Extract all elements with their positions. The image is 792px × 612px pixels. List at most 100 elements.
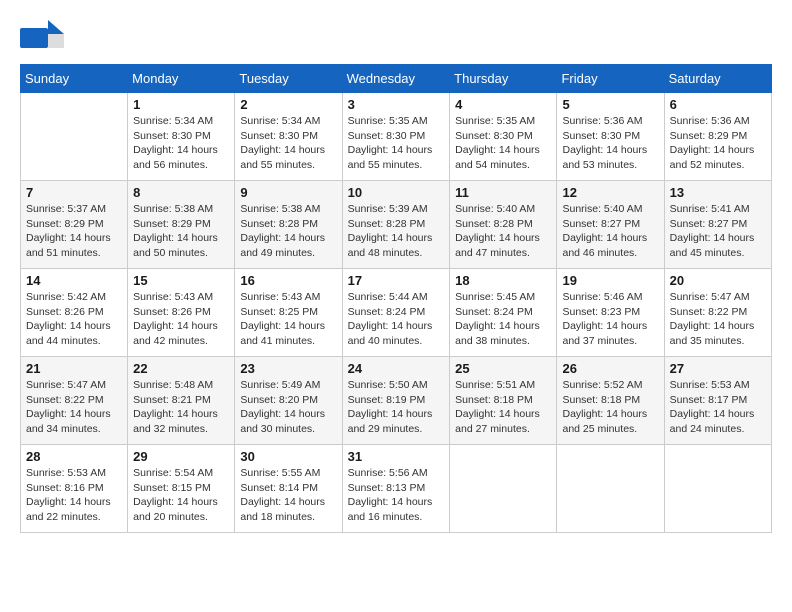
cell-info-text: Sunrise: 5:50 AM Sunset: 8:19 PM Dayligh…: [348, 378, 445, 437]
calendar-cell: 15Sunrise: 5:43 AM Sunset: 8:26 PM Dayli…: [128, 269, 235, 357]
cell-info-text: Sunrise: 5:35 AM Sunset: 8:30 PM Dayligh…: [455, 114, 551, 173]
cell-info-text: Sunrise: 5:49 AM Sunset: 8:20 PM Dayligh…: [240, 378, 336, 437]
cell-date-number: 21: [26, 361, 122, 376]
cell-info-text: Sunrise: 5:56 AM Sunset: 8:13 PM Dayligh…: [348, 466, 445, 525]
cell-info-text: Sunrise: 5:46 AM Sunset: 8:23 PM Dayligh…: [562, 290, 658, 349]
cell-info-text: Sunrise: 5:40 AM Sunset: 8:27 PM Dayligh…: [562, 202, 658, 261]
cell-info-text: Sunrise: 5:47 AM Sunset: 8:22 PM Dayligh…: [26, 378, 122, 437]
cell-date-number: 8: [133, 185, 229, 200]
calendar-cell: 31 Sunrise: 5:56 AM Sunset: 8:13 PM Dayli…: [342, 445, 450, 533]
calendar-cell: 5 Sunrise: 5:36 AM Sunset: 8:30 PM Daylig…: [557, 93, 664, 181]
cell-date-number: 27: [670, 361, 766, 376]
calendar-cell: 19 Sunrise: 5:46 AM Sunset: 8:23 PM Dayli…: [557, 269, 664, 357]
calendar-cell: 6Sunrise: 5:36 AM Sunset: 8:29 PM Daylig…: [664, 93, 771, 181]
cell-date-number: 18: [455, 273, 551, 288]
cell-info-text: Sunrise: 5:39 AM Sunset: 8:28 PM Dayligh…: [348, 202, 445, 261]
calendar-week-row: 21 Sunrise: 5:47 AM Sunset: 8:22 PM Dayli…: [21, 357, 772, 445]
cell-info-text: Sunrise: 5:53 AM Sunset: 8:17 PM Dayligh…: [670, 378, 766, 437]
cell-date-number: 3: [348, 97, 445, 112]
header: [20, 20, 772, 54]
calendar-cell: 8 Sunrise: 5:38 AM Sunset: 8:29 PM Daylig…: [128, 181, 235, 269]
cell-info-text: Sunrise: 5:51 AM Sunset: 8:18 PM Dayligh…: [455, 378, 551, 437]
cell-date-number: 2: [240, 97, 336, 112]
calendar-cell: [557, 445, 664, 533]
cell-date-number: 29: [133, 449, 229, 464]
calendar-cell: 20 Sunrise: 5:47 AM Sunset: 8:22 PM Dayli…: [664, 269, 771, 357]
cell-date-number: 9: [240, 185, 336, 200]
calendar-cell: 10 Sunrise: 5:39 AM Sunset: 8:28 PM Dayli…: [342, 181, 450, 269]
calendar-cell: 30 Sunrise: 5:55 AM Sunset: 8:14 PM Dayli…: [235, 445, 342, 533]
cell-date-number: 10: [348, 185, 445, 200]
cell-date-number: 15: [133, 273, 229, 288]
calendar-cell: 21 Sunrise: 5:47 AM Sunset: 8:22 PM Dayli…: [21, 357, 128, 445]
cell-date-number: 6: [670, 97, 766, 112]
cell-info-text: Sunrise: 5:36 AM Sunset: 8:30 PM Dayligh…: [562, 114, 658, 173]
cell-info-text: Sunrise: 5:45 AM Sunset: 8:24 PM Dayligh…: [455, 290, 551, 349]
logo-icon: [20, 20, 64, 54]
cell-date-number: 17: [348, 273, 445, 288]
calendar-cell: 24 Sunrise: 5:50 AM Sunset: 8:19 PM Dayli…: [342, 357, 450, 445]
calendar-table: SundayMondayTuesdayWednesdayThursdayFrid…: [20, 64, 772, 533]
cell-date-number: 1: [133, 97, 229, 112]
calendar-cell: [450, 445, 557, 533]
calendar-cell: 3 Sunrise: 5:35 AM Sunset: 8:30 PM Daylig…: [342, 93, 450, 181]
calendar-cell: 7Sunrise: 5:37 AM Sunset: 8:29 PM Daylig…: [21, 181, 128, 269]
calendar-cell: 9 Sunrise: 5:38 AM Sunset: 8:28 PM Daylig…: [235, 181, 342, 269]
cell-date-number: 30: [240, 449, 336, 464]
calendar-cell: 1 Sunrise: 5:34 AM Sunset: 8:30 PM Daylig…: [128, 93, 235, 181]
calendar-week-row: 7Sunrise: 5:37 AM Sunset: 8:29 PM Daylig…: [21, 181, 772, 269]
day-header-thursday: Thursday: [450, 65, 557, 93]
day-header-tuesday: Tuesday: [235, 65, 342, 93]
cell-info-text: Sunrise: 5:34 AM Sunset: 8:30 PM Dayligh…: [133, 114, 229, 173]
cell-date-number: 31: [348, 449, 445, 464]
cell-date-number: 24: [348, 361, 445, 376]
cell-date-number: 7: [26, 185, 122, 200]
calendar-week-row: 1 Sunrise: 5:34 AM Sunset: 8:30 PM Daylig…: [21, 93, 772, 181]
cell-date-number: 4: [455, 97, 551, 112]
cell-info-text: Sunrise: 5:34 AM Sunset: 8:30 PM Dayligh…: [240, 114, 336, 173]
cell-info-text: Sunrise: 5:44 AM Sunset: 8:24 PM Dayligh…: [348, 290, 445, 349]
calendar-cell: 17 Sunrise: 5:44 AM Sunset: 8:24 PM Dayli…: [342, 269, 450, 357]
calendar-cell: 13Sunrise: 5:41 AM Sunset: 8:27 PM Dayli…: [664, 181, 771, 269]
cell-info-text: Sunrise: 5:55 AM Sunset: 8:14 PM Dayligh…: [240, 466, 336, 525]
day-header-saturday: Saturday: [664, 65, 771, 93]
calendar-cell: 4 Sunrise: 5:35 AM Sunset: 8:30 PM Daylig…: [450, 93, 557, 181]
cell-date-number: 20: [670, 273, 766, 288]
day-header-wednesday: Wednesday: [342, 65, 450, 93]
cell-info-text: Sunrise: 5:52 AM Sunset: 8:18 PM Dayligh…: [562, 378, 658, 437]
calendar-cell: 12Sunrise: 5:40 AM Sunset: 8:27 PM Dayli…: [557, 181, 664, 269]
cell-date-number: 28: [26, 449, 122, 464]
cell-info-text: Sunrise: 5:48 AM Sunset: 8:21 PM Dayligh…: [133, 378, 229, 437]
calendar-cell: [21, 93, 128, 181]
cell-info-text: Sunrise: 5:40 AM Sunset: 8:28 PM Dayligh…: [455, 202, 551, 261]
cell-info-text: Sunrise: 5:47 AM Sunset: 8:22 PM Dayligh…: [670, 290, 766, 349]
cell-date-number: 19: [562, 273, 658, 288]
calendar-header: SundayMondayTuesdayWednesdayThursdayFrid…: [21, 65, 772, 93]
cell-info-text: Sunrise: 5:38 AM Sunset: 8:29 PM Dayligh…: [133, 202, 229, 261]
cell-date-number: 5: [562, 97, 658, 112]
calendar-cell: [664, 445, 771, 533]
cell-info-text: Sunrise: 5:42 AM Sunset: 8:26 PM Dayligh…: [26, 290, 122, 349]
calendar-week-row: 14 Sunrise: 5:42 AM Sunset: 8:26 PM Dayli…: [21, 269, 772, 357]
cell-date-number: 13: [670, 185, 766, 200]
cell-info-text: Sunrise: 5:54 AM Sunset: 8:15 PM Dayligh…: [133, 466, 229, 525]
cell-info-text: Sunrise: 5:38 AM Sunset: 8:28 PM Dayligh…: [240, 202, 336, 261]
calendar-cell: 14 Sunrise: 5:42 AM Sunset: 8:26 PM Dayli…: [21, 269, 128, 357]
calendar-week-row: 28 Sunrise: 5:53 AM Sunset: 8:16 PM Dayli…: [21, 445, 772, 533]
calendar-cell: 23 Sunrise: 5:49 AM Sunset: 8:20 PM Dayli…: [235, 357, 342, 445]
calendar-cell: 29 Sunrise: 5:54 AM Sunset: 8:15 PM Dayli…: [128, 445, 235, 533]
cell-info-text: Sunrise: 5:35 AM Sunset: 8:30 PM Dayligh…: [348, 114, 445, 173]
calendar-cell: 27 Sunrise: 5:53 AM Sunset: 8:17 PM Dayli…: [664, 357, 771, 445]
cell-info-text: Sunrise: 5:53 AM Sunset: 8:16 PM Dayligh…: [26, 466, 122, 525]
day-header-monday: Monday: [128, 65, 235, 93]
cell-date-number: 16: [240, 273, 336, 288]
calendar-cell: 2 Sunrise: 5:34 AM Sunset: 8:30 PM Daylig…: [235, 93, 342, 181]
calendar-cell: 28 Sunrise: 5:53 AM Sunset: 8:16 PM Dayli…: [21, 445, 128, 533]
cell-date-number: 11: [455, 185, 551, 200]
cell-info-text: Sunrise: 5:43 AM Sunset: 8:25 PM Dayligh…: [240, 290, 336, 349]
cell-date-number: 14: [26, 273, 122, 288]
calendar-cell: 11 Sunrise: 5:40 AM Sunset: 8:28 PM Dayli…: [450, 181, 557, 269]
cell-date-number: 25: [455, 361, 551, 376]
day-header-sunday: Sunday: [21, 65, 128, 93]
cell-date-number: 23: [240, 361, 336, 376]
